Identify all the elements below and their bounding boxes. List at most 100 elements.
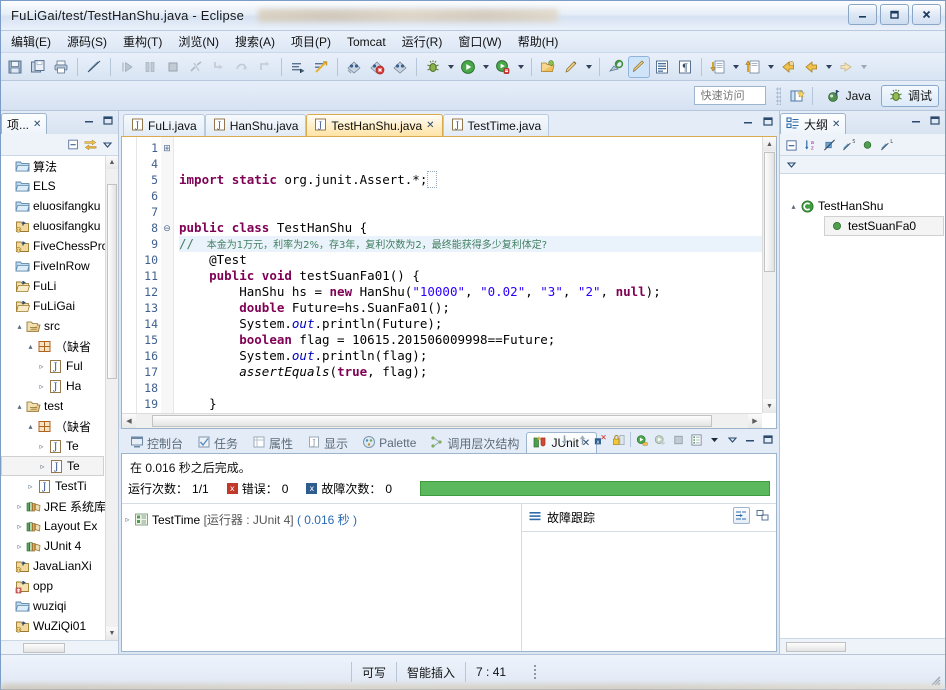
code-line[interactable]: HanShu hs = new HanShu("10000", "0.02", …: [179, 284, 776, 300]
explorer-item[interactable]: ▹ JRE 系统库: [1, 496, 118, 516]
minimize-icon[interactable]: [83, 114, 96, 127]
editor-vertical-scrollbar[interactable]: ▲ ▼: [762, 137, 776, 413]
save-icon[interactable]: [4, 56, 26, 78]
skip-breakpoints-icon[interactable]: [310, 56, 332, 78]
previous-failure-icon[interactable]: [576, 433, 589, 446]
next-member-dropdown-arrow-icon[interactable]: [730, 56, 741, 78]
save-all-icon[interactable]: [27, 56, 49, 78]
explorer-item[interactable]: ▹ Layout Ex: [1, 516, 118, 536]
tab-palette[interactable]: Palette: [355, 432, 423, 453]
explorer-item[interactable]: opp: [1, 576, 118, 596]
code-line[interactable]: import static org.junit.Assert.*;: [179, 171, 776, 188]
collapse-arrow-icon[interactable]: ▴: [25, 342, 36, 351]
collapse-arrow-icon[interactable]: ▴: [788, 202, 799, 211]
expand-arrow-icon[interactable]: ▹: [14, 542, 25, 551]
explorer-item[interactable]: ▹ J Ha: [1, 376, 118, 396]
outline-method-row[interactable]: testSuanFa0: [824, 216, 944, 236]
back-dropdown-arrow-icon[interactable]: [823, 56, 834, 78]
collapse-all-icon[interactable]: [785, 138, 798, 151]
scroll-left-icon[interactable]: ◀: [122, 414, 136, 428]
junit-failure-trace-content[interactable]: [522, 532, 776, 651]
code-line[interactable]: @Test: [179, 252, 776, 268]
previous-member-icon[interactable]: [742, 56, 764, 78]
view-menu-icon[interactable]: [726, 433, 739, 446]
code-line[interactable]: public void testSuanFa01() {: [179, 268, 776, 284]
explorer-item[interactable]: FiveChessPro: [1, 236, 118, 256]
junit-history-icon[interactable]: [389, 56, 411, 78]
fold-toggle-icon[interactable]: ⊖: [161, 220, 173, 236]
explorer-item[interactable]: ▴ test: [1, 396, 118, 416]
explorer-item[interactable]: ▴ （缺省: [1, 416, 118, 436]
minimize-icon[interactable]: [742, 115, 755, 128]
close-icon[interactable]: ✕: [426, 120, 434, 131]
editor-source-code[interactable]: import static org.junit.Assert.*; public…: [174, 137, 776, 428]
test-history-icon[interactable]: [690, 433, 703, 446]
next-failure-icon[interactable]: [558, 433, 571, 446]
rerun-test-icon[interactable]: [636, 433, 649, 446]
menu-refactor[interactable]: 重构(T): [115, 31, 170, 52]
link-with-editor-icon[interactable]: [84, 138, 97, 151]
show-whitespace-block-icon[interactable]: [651, 56, 673, 78]
next-annotation-icon[interactable]: [287, 56, 309, 78]
open-resource-icon[interactable]: [537, 56, 559, 78]
run-dropdown-arrow-icon[interactable]: [480, 56, 491, 78]
menu-window[interactable]: 窗口(W): [450, 31, 509, 52]
explorer-item[interactable]: wuziqi: [1, 596, 118, 616]
previous-member-dropdown-arrow-icon[interactable]: [765, 56, 776, 78]
expand-arrow-icon[interactable]: ▹: [14, 502, 25, 511]
explorer-item[interactable]: ▹ J TestTi: [1, 476, 118, 496]
explorer-item[interactable]: ▹ JUnit 4: [1, 536, 118, 556]
show-public-icon[interactable]: [861, 138, 874, 151]
tab-console[interactable]: 控制台: [123, 432, 190, 453]
explorer-item[interactable]: ▹ J Te: [1, 436, 118, 456]
maximize-icon[interactable]: [762, 115, 775, 128]
expand-arrow-icon[interactable]: ▹: [36, 382, 47, 391]
history-dropdown-arrow-icon[interactable]: [708, 433, 721, 446]
explorer-item[interactable]: ELS: [1, 176, 118, 196]
close-button[interactable]: [912, 4, 941, 25]
code-line[interactable]: [179, 380, 776, 396]
code-line[interactable]: // 本金为1万元，利率为2%，存3年，复利次数为2，最终能获得多少复利体定?: [179, 236, 776, 252]
expand-arrow-icon[interactable]: ▹: [14, 522, 25, 531]
explorer-item[interactable]: 算法: [1, 156, 118, 176]
view-menu-icon[interactable]: [785, 158, 798, 171]
sort-icon[interactable]: az: [804, 138, 817, 151]
print-icon[interactable]: [50, 56, 72, 78]
debug-dropdown-arrow-icon[interactable]: [445, 56, 456, 78]
collapse-arrow-icon[interactable]: ▴: [25, 422, 36, 431]
scroll-down-icon[interactable]: ▼: [106, 627, 118, 640]
outline-tree[interactable]: ▴ TestHanShu testSuanFa0: [780, 174, 945, 638]
quick-fix-icon[interactable]: [560, 56, 582, 78]
run-icon[interactable]: [457, 56, 479, 78]
editor-tab-testtime[interactable]: J TestTime.java: [442, 114, 550, 136]
scrollbar-thumb[interactable]: [107, 184, 117, 379]
menu-run[interactable]: 运行(R): [394, 31, 451, 52]
package-explorer-tree[interactable]: 算法 ELS eluosifangku eluosifangku FiveChessPr…: [1, 156, 118, 640]
explorer-item[interactable]: ▴ （缺省: [1, 336, 118, 356]
outline-class-row[interactable]: ▴ TestHanShu: [780, 196, 945, 216]
scroll-down-icon[interactable]: ▼: [763, 399, 776, 413]
menu-source[interactable]: 源码(S): [59, 31, 115, 52]
explorer-item[interactable]: ▹ J Te: [1, 456, 104, 476]
close-icon[interactable]: ✕: [832, 119, 840, 130]
expand-arrow-icon[interactable]: ▹: [25, 482, 36, 491]
lock-scroll-icon[interactable]: [612, 433, 625, 446]
explorer-item[interactable]: eluosifangku: [1, 196, 118, 216]
scrollbar-thumb[interactable]: [786, 641, 846, 652]
expand-arrow-icon[interactable]: ▹: [36, 442, 47, 451]
hide-local-icon[interactable]: L: [880, 138, 893, 151]
tab-package-explorer[interactable]: 项... ✕: [1, 113, 48, 134]
toggle-word-wrap-icon[interactable]: [628, 55, 650, 78]
scrollbar-thumb[interactable]: [152, 415, 712, 427]
tab-tasks[interactable]: 任务: [190, 432, 245, 453]
maximize-icon[interactable]: [762, 433, 775, 446]
close-icon[interactable]: ✕: [33, 119, 41, 130]
quick-access-input[interactable]: [693, 86, 766, 105]
stop-test-icon[interactable]: [672, 433, 685, 446]
editor-tab-hanshu[interactable]: J HanShu.java: [204, 114, 307, 136]
explorer-item[interactable]: FuLiGai: [1, 296, 118, 316]
menu-help[interactable]: 帮助(H): [510, 31, 567, 52]
explorer-item[interactable]: JavaLianXi: [1, 556, 118, 576]
explorer-item[interactable]: WuZiQi01: [1, 616, 118, 636]
trace-view-menu-icon[interactable]: [754, 507, 771, 524]
